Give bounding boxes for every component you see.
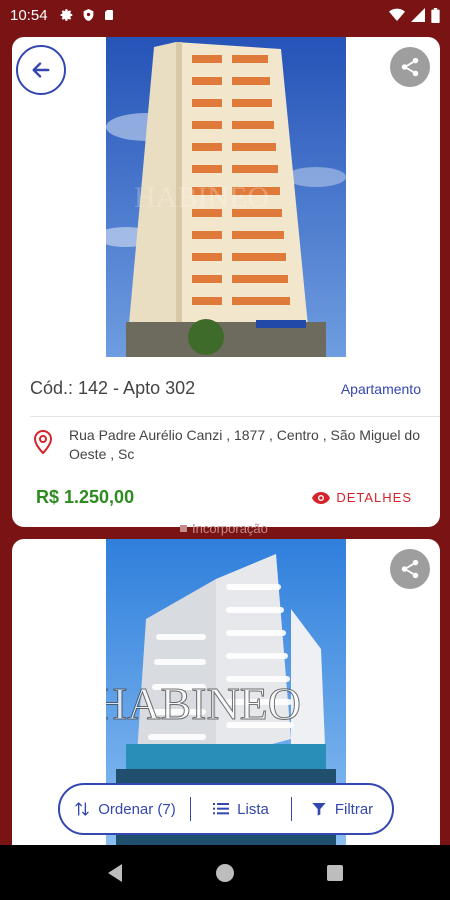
list-label: Lista (237, 800, 269, 818)
share-button[interactable] (390, 47, 430, 87)
signal-icon (411, 8, 425, 22)
property-type: Apartamento (340, 381, 421, 397)
category-label: Incorporação (180, 521, 268, 536)
back-button[interactable] (16, 45, 66, 95)
battery-icon (431, 7, 440, 23)
eye-icon (312, 491, 331, 504)
location-pin-icon (33, 429, 53, 459)
details-button[interactable]: DETALHES (312, 490, 412, 505)
sort-button[interactable]: Ordenar (7) (60, 785, 190, 833)
shield-icon (83, 9, 93, 21)
property-photo[interactable]: HABINEO (106, 37, 346, 357)
list-icon (213, 803, 230, 815)
property-price: R$ 1.250,00 (36, 487, 135, 507)
recents-nav-icon[interactable] (326, 864, 344, 882)
filter-label: Filtrar (334, 800, 374, 818)
arrow-left-icon (32, 62, 50, 78)
wifi-icon (389, 8, 405, 21)
sort-arrows-icon (75, 802, 89, 816)
details-label: DETALHES (336, 490, 412, 505)
navigation-bar (0, 845, 450, 900)
filter-icon (312, 803, 326, 816)
listing-card[interactable]: HABINEO Cód.: 142 - Apto 302 Apartamento… (12, 37, 440, 527)
list-toolbar: Ordenar (7) Lista Filtrar (58, 783, 394, 835)
svg-text:HABINEO: HABINEO (134, 181, 269, 214)
sd-card-icon (104, 10, 113, 20)
sort-label: Ordenar (7) (98, 800, 176, 818)
property-address: Rua Padre Aurélio Canzi , 1877 , Centro … (69, 427, 420, 462)
share-button[interactable] (390, 549, 430, 589)
settings-icon (60, 9, 72, 21)
divider (30, 416, 440, 417)
property-code: Cód.: 142 - Apto 302 (30, 378, 196, 398)
watermark: HABINEO (106, 678, 301, 729)
home-nav-icon[interactable] (215, 863, 235, 883)
back-nav-icon[interactable] (106, 863, 124, 883)
category-label-text: Incorporação (192, 521, 268, 536)
filter-button[interactable]: Filtrar (292, 785, 392, 833)
list-view-button[interactable]: Lista (191, 785, 291, 833)
share-icon (401, 57, 419, 77)
status-bar: 10:54 (0, 0, 450, 30)
share-icon (401, 559, 419, 579)
status-time: 10:54 (10, 6, 48, 24)
